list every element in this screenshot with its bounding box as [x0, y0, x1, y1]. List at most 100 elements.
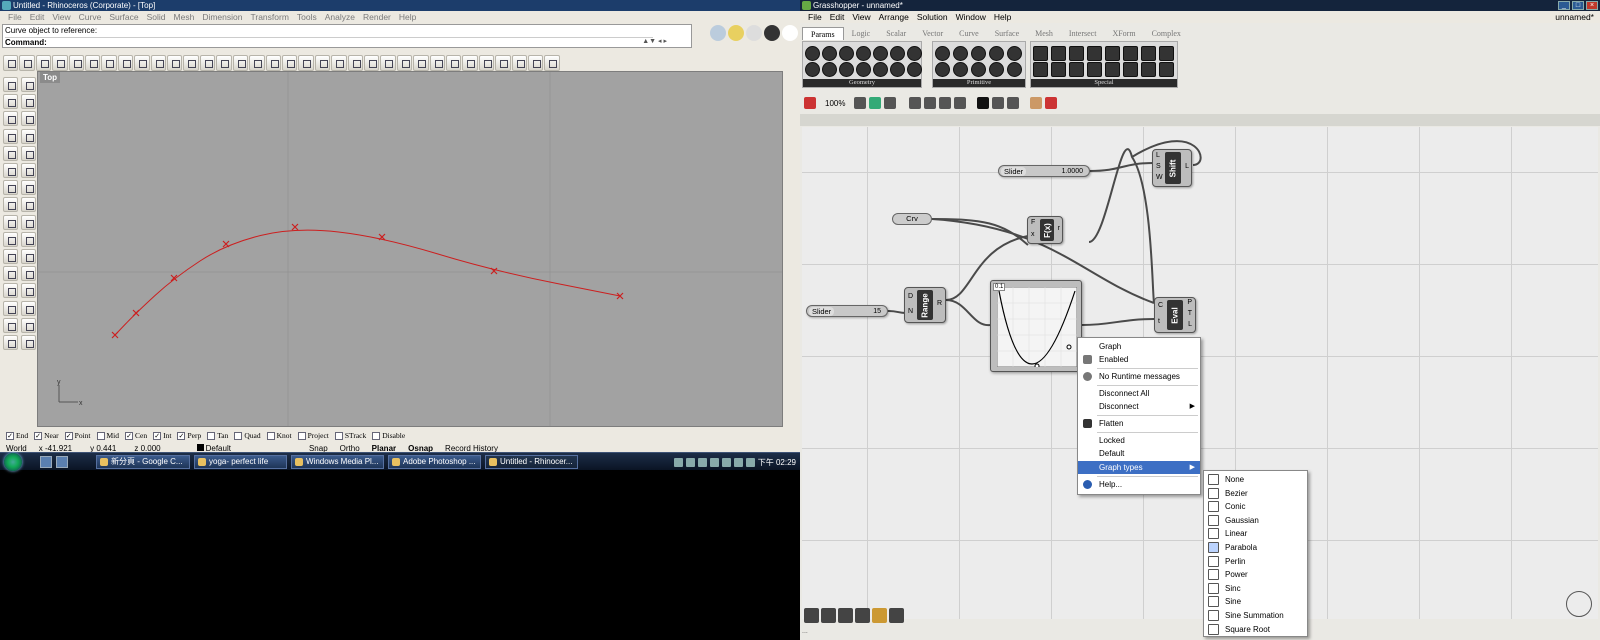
import-icon[interactable]	[68, 54, 85, 71]
rhino-menu-mesh[interactable]: Mesh	[170, 11, 199, 23]
render-icon[interactable]	[782, 25, 798, 41]
cut-icon[interactable]	[85, 54, 101, 71]
osnap-disable[interactable]: Disable	[372, 431, 405, 440]
tab-xform[interactable]: XForm	[1104, 27, 1143, 40]
viewport-label[interactable]: Top	[40, 72, 61, 83]
eraser-icon[interactable]	[1045, 97, 1058, 109]
side-tool-27-icon[interactable]	[3, 300, 18, 316]
minimize-button[interactable]: _	[1558, 1, 1570, 10]
prim-param-4-icon[interactable]	[989, 46, 1004, 61]
side-tool-24-icon[interactable]	[21, 266, 36, 282]
gh-menu-solution[interactable]: Solution	[913, 11, 952, 23]
geo-param-5-icon[interactable]	[873, 46, 888, 61]
tab-curve[interactable]: Curve	[951, 27, 987, 40]
spec-param-13-icon[interactable]	[1105, 62, 1120, 77]
light-icon[interactable]	[746, 25, 762, 41]
slider-1-value[interactable]: 1.0000	[1062, 167, 1083, 176]
geo-param-12-icon[interactable]	[873, 62, 888, 77]
geo-param-7-icon[interactable]	[907, 46, 922, 61]
zoom-window-icon[interactable]	[183, 54, 199, 71]
sphere-render-icon[interactable]	[445, 54, 462, 71]
spec-param-3-icon[interactable]	[1069, 46, 1084, 61]
spec-param-14-icon[interactable]	[1123, 62, 1138, 77]
geo-param-6-icon[interactable]	[890, 46, 905, 61]
graph-type-sine-summation[interactable]: Sine Summation	[1204, 609, 1307, 622]
graph-type-gaussian[interactable]: Gaussian	[1204, 514, 1307, 527]
tab-intersect[interactable]: Intersect	[1061, 27, 1105, 40]
number-slider-2[interactable]: Slider 15	[806, 305, 888, 317]
graph-type-perlin[interactable]: Perlin	[1204, 555, 1307, 568]
close-button[interactable]: ×	[1586, 1, 1598, 10]
side-tool-23-icon[interactable]	[3, 266, 18, 282]
osnap-tan[interactable]: Tan	[207, 431, 228, 440]
tab-scalar[interactable]: Scalar	[878, 27, 914, 40]
side-tool-9-icon[interactable]	[3, 145, 18, 161]
range-input-n[interactable]: N	[908, 308, 913, 315]
task-yoga[interactable]: yoga- perfect life	[194, 455, 287, 469]
lightbulb-icon[interactable]	[380, 54, 396, 71]
geo-param-2-icon[interactable]	[822, 46, 837, 61]
cluster-icon[interactable]	[821, 608, 836, 623]
eval-input-c[interactable]: C	[1158, 302, 1163, 309]
tray-clock[interactable]: 下午 02:29	[758, 457, 796, 468]
print-icon[interactable]	[52, 54, 68, 71]
side-tool-11-icon[interactable]	[3, 163, 18, 178]
geo-param-3-icon[interactable]	[839, 46, 854, 61]
graph-type-parabola[interactable]: Parabola	[1204, 541, 1307, 554]
menu-default[interactable]: Default	[1078, 447, 1200, 460]
brush-icon[interactable]	[804, 97, 816, 109]
zoom-icon[interactable]	[710, 25, 726, 41]
gh-navigation-knob[interactable]	[1566, 591, 1592, 617]
tray-help-icon[interactable]	[697, 457, 707, 467]
zoom-dynamic-icon[interactable]	[199, 54, 216, 71]
menu-no-runtime[interactable]: No Runtime messages	[1078, 370, 1200, 383]
tab-vector[interactable]: Vector	[914, 27, 951, 40]
gh-menu-window[interactable]: Window	[952, 11, 990, 23]
preview-selected-icon[interactable]	[954, 97, 967, 109]
tray-input-icon[interactable]	[685, 457, 695, 467]
tray-app-icon[interactable]	[745, 457, 755, 467]
pan-icon[interactable]	[150, 54, 167, 71]
rhino-menu-analyze[interactable]: Analyze	[321, 11, 359, 23]
fx-output-r[interactable]: r	[1058, 225, 1060, 232]
rhino-menu-tools[interactable]: Tools	[293, 11, 321, 23]
osnap-project-checkbox[interactable]	[297, 431, 306, 440]
rhino-menu-render[interactable]: Render	[359, 11, 395, 23]
tab-mesh[interactable]: Mesh	[1027, 27, 1061, 40]
range-input-d[interactable]: D	[908, 293, 913, 300]
graph-type-bezier[interactable]: Bezier	[1204, 487, 1307, 500]
undo-icon[interactable]	[134, 54, 150, 71]
prim-param-6-icon[interactable]	[935, 62, 950, 77]
prim-param-7-icon[interactable]	[953, 62, 968, 77]
graph-type-sinc[interactable]: Sinc	[1204, 582, 1307, 595]
prim-param-8-icon[interactable]	[971, 62, 986, 77]
gh-menu-file[interactable]: File	[804, 11, 826, 23]
tray-volume-icon[interactable]	[721, 457, 731, 467]
shade-icon[interactable]	[462, 54, 478, 71]
layers-icon[interactable]	[298, 54, 314, 71]
shift-input-s[interactable]: S	[1156, 163, 1161, 170]
select-icon[interactable]	[331, 54, 347, 71]
lock-icon[interactable]	[363, 54, 380, 71]
osnap-cen[interactable]: ✓ Cen	[125, 431, 147, 440]
osnap-quad-checkbox[interactable]	[234, 431, 243, 440]
osnap-project[interactable]: Project	[297, 431, 329, 440]
bake-icon[interactable]	[992, 97, 1005, 109]
gradient-icon[interactable]	[872, 608, 887, 623]
geo-param-9-icon[interactable]	[822, 62, 837, 77]
wire-1[interactable]	[1089, 162, 1155, 172]
gh-menu-arrange[interactable]: Arrange	[875, 11, 913, 23]
tab-complex[interactable]: Complex	[1144, 27, 1189, 40]
side-tool-32-icon[interactable]	[21, 335, 36, 350]
side-tool-12-icon[interactable]	[21, 163, 36, 178]
sun-icon[interactable]	[728, 25, 744, 41]
task-photoshop[interactable]: Adobe Photoshop ...	[388, 455, 481, 469]
task-media-player[interactable]: Windows Media Pl...	[291, 455, 384, 469]
tab-params[interactable]: Params	[802, 27, 844, 40]
material-icon[interactable]	[495, 54, 511, 71]
sketch-icon[interactable]	[1030, 97, 1043, 109]
rhino-menu-surface[interactable]: Surface	[105, 11, 142, 23]
osnap-knot-checkbox[interactable]	[266, 431, 275, 440]
menu-help[interactable]: Help...	[1078, 478, 1200, 491]
eval-output-t[interactable]: T	[1188, 310, 1192, 317]
